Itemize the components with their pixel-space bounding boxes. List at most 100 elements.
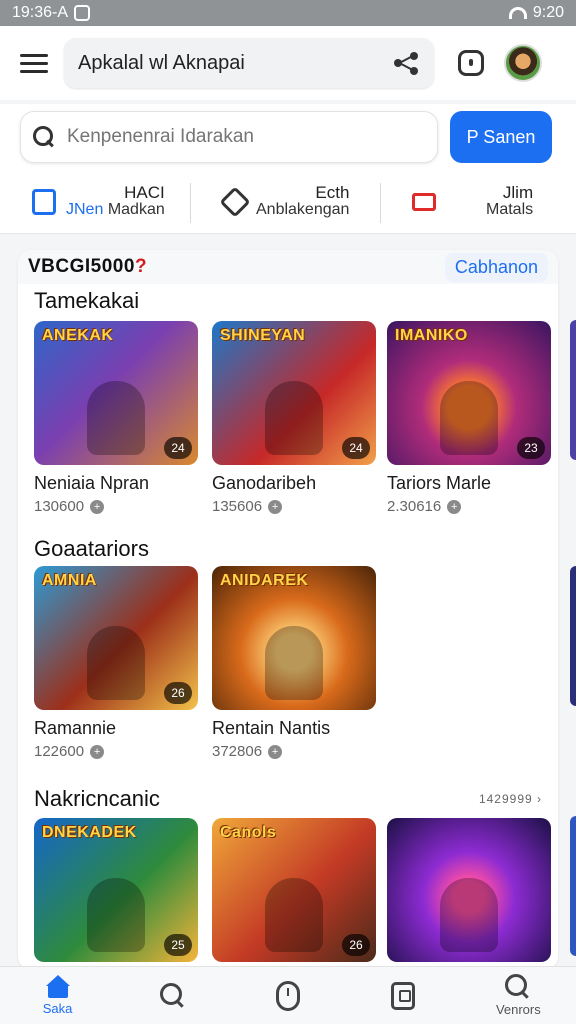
card-code: VBCGI5000? bbox=[28, 256, 147, 278]
game-card[interactable]: DNEKADEK 25 bbox=[34, 818, 198, 962]
next-card-peek bbox=[570, 816, 576, 956]
share-icon[interactable] bbox=[394, 50, 420, 76]
quick-action-anblakengan[interactable]: Ecth Anblakengan bbox=[190, 175, 380, 229]
bottom-nav: Saka Venrors bbox=[0, 966, 576, 1024]
game-logo: DNEKADEK bbox=[42, 824, 137, 841]
search-box[interactable] bbox=[20, 111, 438, 163]
game-name: Neniaia Npran bbox=[34, 473, 150, 493]
search-row: P Sanen bbox=[0, 104, 576, 170]
section-title: Nakricncanic bbox=[34, 786, 160, 811]
game-card[interactable]: ANEKAK 24 Neniaia Npran 130600 + bbox=[34, 321, 198, 515]
game-card[interactable]: SHINEYAN 24 Ganodaribeh 135606 + bbox=[212, 321, 376, 515]
game-logo: Canols bbox=[220, 824, 277, 841]
nav-home[interactable]: Saka bbox=[13, 975, 103, 1016]
search-button[interactable]: P Sanen bbox=[450, 111, 552, 163]
next-card-peek bbox=[570, 320, 576, 460]
game-name: Ramannie bbox=[34, 718, 117, 738]
wifi-icon bbox=[508, 7, 527, 19]
game-thumbnail[interactable]: ANEKAK 24 bbox=[34, 321, 198, 465]
game-count: 122600 + bbox=[34, 743, 198, 760]
game-count-value: 122600 bbox=[34, 743, 85, 760]
document-icon bbox=[32, 188, 56, 215]
game-card[interactable]: Canols 26 bbox=[212, 818, 376, 962]
game-count: 130600 + bbox=[34, 498, 198, 515]
game-thumbnail[interactable]: AMNIA 26 bbox=[34, 566, 198, 710]
game-logo: AMNIA bbox=[42, 572, 97, 589]
top-app-bar: Apkalal wl Aknapai bbox=[0, 26, 576, 100]
game-count-value: 2.30616 bbox=[387, 498, 442, 515]
game-thumbnail[interactable]: Canols 26 bbox=[212, 818, 376, 962]
nav-search[interactable] bbox=[128, 982, 218, 1009]
game-count: 135606 + bbox=[212, 498, 376, 515]
game-logo: ANIDAREK bbox=[220, 572, 309, 589]
tablet-icon bbox=[391, 981, 416, 1010]
game-count-value: 135606 bbox=[212, 498, 263, 515]
nav-label: Venrors bbox=[495, 1002, 541, 1017]
search-icon bbox=[33, 126, 55, 148]
game-thumbnail[interactable]: ANIDAREK bbox=[212, 566, 376, 710]
status-left: 19:36-A bbox=[12, 4, 91, 22]
game-badge: 26 bbox=[342, 934, 370, 956]
plus-icon: + bbox=[90, 744, 105, 759]
game-logo: SHINEYAN bbox=[220, 327, 306, 344]
game-badge: 26 bbox=[164, 682, 192, 704]
avatar[interactable] bbox=[504, 44, 542, 82]
game-thumbnail[interactable]: IMANIKO 23 bbox=[387, 321, 551, 465]
game-logo: IMANIKO bbox=[395, 327, 468, 344]
game-card[interactable]: ANIDAREK Rentain Nantis 372806 + bbox=[212, 566, 376, 760]
game-name: Tariors Marle bbox=[387, 473, 492, 493]
hero-art bbox=[265, 381, 323, 456]
game-logo: ANEKAK bbox=[42, 327, 114, 344]
game-count-value: 372806 bbox=[212, 743, 263, 760]
plus-icon: + bbox=[268, 499, 283, 514]
status-right: 9:20 bbox=[508, 4, 564, 22]
hero-art bbox=[87, 626, 145, 701]
quick-action-bottom: Anblakengan bbox=[256, 201, 350, 219]
search-input[interactable] bbox=[67, 126, 417, 148]
game-thumbnail[interactable]: DNEKADEK 25 bbox=[34, 818, 198, 962]
card-code-text: VBCGI5000 bbox=[28, 256, 135, 277]
quick-action-bottom: JNen Madkan bbox=[66, 201, 165, 219]
game-badge: 24 bbox=[164, 437, 192, 459]
status-time-left: 19:36-A bbox=[12, 4, 69, 21]
hero-art bbox=[440, 878, 498, 953]
next-card-peek bbox=[570, 566, 576, 706]
game-count: 372806 + bbox=[212, 743, 376, 760]
menu-icon[interactable] bbox=[14, 43, 54, 83]
quick-action-madkan[interactable]: HACI JNen Madkan bbox=[0, 175, 190, 229]
plus-icon: + bbox=[268, 744, 283, 759]
lock-icon[interactable] bbox=[458, 50, 484, 76]
hero-art bbox=[265, 626, 323, 701]
hero-art bbox=[87, 381, 145, 456]
game-card[interactable]: IMANIKO 23 Tariors Marle 2.30616 + bbox=[387, 321, 551, 515]
title-pill[interactable]: Apkalal wl Aknapai bbox=[64, 38, 434, 88]
quick-action-bottom: Matals bbox=[486, 201, 534, 219]
card-header: VBCGI5000? Cabhanon bbox=[18, 250, 558, 284]
quick-actions-row: HACI JNen Madkan Ecth Anblakengan Jlim M… bbox=[0, 170, 576, 234]
quick-action-prefix: JNen bbox=[66, 201, 104, 219]
quick-action-suffix: Madkan bbox=[107, 201, 165, 219]
status-bar: 19:36-A 9:20 bbox=[0, 0, 576, 26]
section-title: Tamekakai bbox=[34, 288, 140, 313]
game-count-value: 130600 bbox=[34, 498, 85, 515]
game-card[interactable] bbox=[387, 818, 551, 962]
game-card[interactable]: AMNIA 26 Ramannie 122600 + bbox=[34, 566, 198, 760]
section-more-link[interactable]: 1429999 › bbox=[479, 792, 542, 806]
card-link[interactable]: Cabhanon bbox=[444, 252, 548, 282]
plus-icon: + bbox=[90, 499, 105, 514]
search-icon bbox=[505, 974, 531, 1000]
nav-tablet[interactable] bbox=[358, 981, 448, 1010]
hero-art bbox=[440, 381, 498, 456]
nav-mouse[interactable] bbox=[243, 980, 333, 1011]
quick-action-top: Jlim bbox=[502, 183, 534, 203]
game-thumbnail[interactable] bbox=[387, 818, 551, 962]
status-time-right: 9:20 bbox=[532, 4, 564, 21]
game-badge: 23 bbox=[517, 437, 545, 459]
quick-action-matals[interactable]: Jlim Matals bbox=[380, 175, 570, 229]
nav-vendors[interactable]: Venrors bbox=[473, 974, 563, 1017]
game-thumbnail[interactable]: SHINEYAN 24 bbox=[212, 321, 376, 465]
section-title: Goaatariors bbox=[34, 536, 149, 561]
home-icon bbox=[45, 975, 71, 999]
search-icon bbox=[159, 982, 186, 1009]
quick-action-top: Ecth bbox=[315, 183, 350, 203]
